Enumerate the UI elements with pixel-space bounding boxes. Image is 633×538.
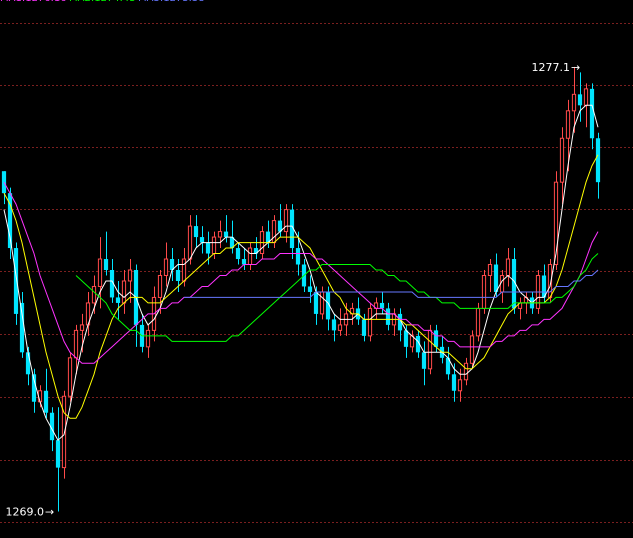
candle-body-79: [475, 307, 481, 337]
candle-body-0: [1, 171, 7, 194]
candle-body-80: [481, 274, 487, 309]
candle-body-55: [331, 319, 337, 331]
candle-61: [367, 302, 373, 342]
candle-body-29: [175, 270, 181, 281]
header-ma-1: MA1:1276.16: [0, 0, 67, 4]
candle-body-30: [181, 258, 187, 282]
header-ma-3: MA3:1273.38: [138, 0, 205, 4]
candle-body-34: [205, 242, 211, 254]
candle-body-27: [163, 258, 169, 276]
candle-body-40: [241, 259, 247, 265]
high-price-arrow: →: [571, 61, 580, 74]
candle-71: [427, 324, 433, 375]
candle-body-70: [421, 352, 427, 369]
candle-body-93: [559, 137, 565, 183]
candle-78: [469, 330, 475, 369]
candle-body-26: [157, 274, 163, 298]
candle-body-36: [217, 231, 223, 238]
candle-body-98: [589, 88, 595, 139]
candle-body-16: [97, 258, 103, 287]
high-price-label: 1277.1: [532, 61, 571, 74]
candle-body-7: [43, 390, 49, 413]
candle-body-61: [367, 307, 373, 337]
candle-body-20: [121, 280, 127, 304]
candle-body-11: [67, 357, 73, 397]
candle-body-95: [571, 93, 577, 112]
candle-body-77: [463, 362, 469, 381]
candle-body-75: [451, 374, 457, 391]
candle-11: [67, 352, 73, 402]
candle-body-2: [13, 248, 19, 314]
candle-body-67: [403, 330, 409, 347]
candle-body-49: [295, 248, 301, 265]
candle-body-3: [19, 302, 25, 353]
candlestick-chart: MA1:1276.16MA2:1274.43MA3:1273.38 1277.1…: [0, 0, 633, 538]
candle-body-32: [193, 226, 199, 238]
candle-body-64: [385, 308, 391, 325]
candle-body-9: [55, 440, 61, 468]
candle-body-33: [199, 237, 205, 243]
candle-body-31: [187, 225, 193, 260]
candle-body-47: [283, 209, 289, 233]
candle-body-4: [25, 352, 31, 375]
candle-body-76: [457, 379, 463, 392]
candle-body-21: [127, 269, 133, 282]
candle-body-99: [595, 138, 601, 183]
candle-body-56: [337, 324, 343, 331]
candle-body-17: [103, 259, 109, 270]
candle-body-52: [313, 291, 319, 314]
candle-body-37: [223, 231, 229, 238]
candle-body-19: [115, 297, 121, 303]
candle-body-53: [319, 291, 325, 315]
low-price-label: 1269.0: [6, 506, 45, 519]
candle-body-39: [235, 248, 241, 260]
candle-body-81: [487, 264, 493, 276]
low-price-arrow: →: [45, 506, 54, 519]
candle-body-13: [79, 324, 85, 331]
candle-body-82: [493, 264, 499, 292]
candle-body-97: [583, 88, 589, 106]
candle-body-15: [91, 285, 97, 304]
candle-body-51: [307, 286, 313, 292]
header-ma-2: MA2:1274.43: [69, 0, 136, 4]
candle-80: [481, 270, 487, 314]
candle-body-24: [145, 329, 151, 348]
candle-body-12: [73, 329, 79, 359]
candle-body-35: [211, 236, 217, 255]
candle-body-84: [505, 258, 511, 276]
candle-body-94: [565, 110, 571, 139]
candle-body-10: [61, 395, 67, 469]
candle-body-60: [361, 319, 367, 336]
candle-body-78: [469, 335, 475, 364]
candle-body-63: [379, 302, 385, 309]
candle-body-41: [247, 247, 253, 266]
indicator-header: MA1:1276.16MA2:1274.43MA3:1273.38: [0, 0, 205, 4]
candle-body-96: [577, 94, 583, 106]
candle-body-45: [271, 220, 277, 244]
candle-body-72: [433, 330, 439, 347]
candle-body-71: [427, 329, 433, 370]
